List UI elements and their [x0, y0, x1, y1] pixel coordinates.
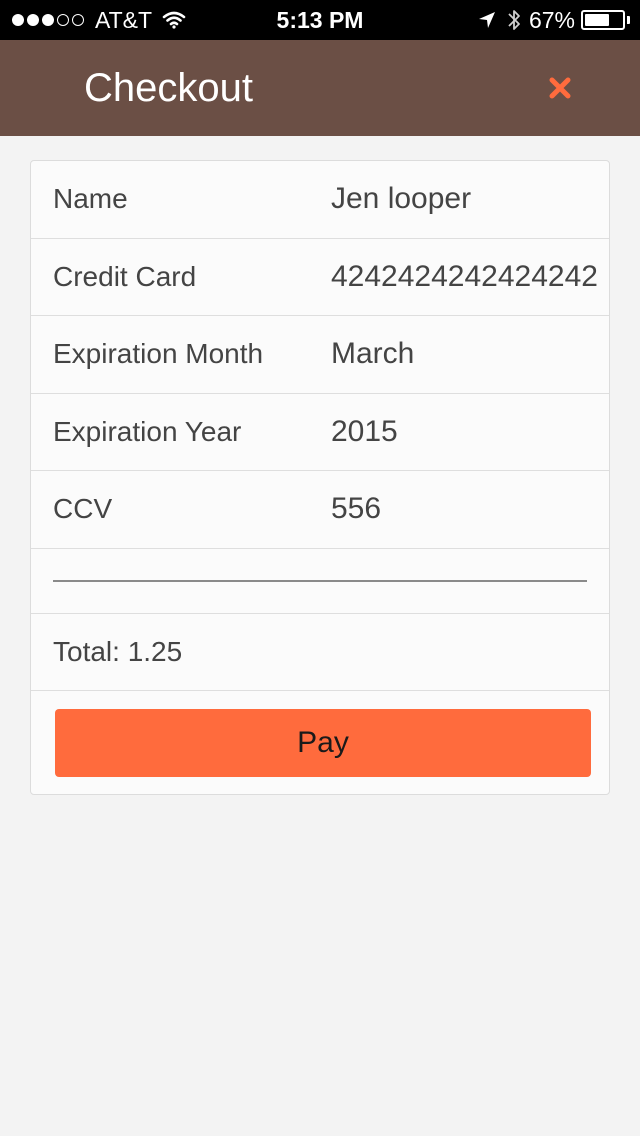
bluetooth-icon: [508, 10, 520, 30]
battery-percent: 67%: [528, 6, 575, 33]
ccv-field[interactable]: [331, 471, 603, 548]
divider: [53, 579, 587, 582]
expiration-year-label: Expiration Year: [53, 415, 242, 447]
credit-card-row: Credit Card: [31, 238, 609, 316]
battery-icon: [581, 10, 625, 30]
name-label: Name: [53, 183, 128, 215]
header: Checkout: [0, 40, 640, 136]
ccv-label: CCV: [53, 493, 113, 525]
signature-row: [31, 549, 609, 614]
status-bar: AT&T 5:13 PM 67%: [0, 0, 640, 40]
pay-button[interactable]: Pay: [55, 708, 591, 777]
expiration-month-label: Expiration Month: [53, 338, 264, 370]
expiration-year-row: Expiration Year: [31, 393, 609, 471]
location-arrow-icon: [478, 12, 495, 28]
expiration-month-row: Expiration Month: [31, 316, 609, 394]
total-amount: Total: 1.25: [53, 635, 183, 667]
pay-row: Pay: [31, 691, 609, 791]
expiration-month-field[interactable]: [331, 316, 603, 393]
total-row: Total: 1.25: [31, 614, 609, 691]
ccv-row: CCV: [31, 471, 609, 549]
credit-card-label: Credit Card: [53, 260, 197, 292]
page-title: Checkout: [84, 65, 253, 110]
battery-level: [585, 14, 610, 26]
name-field[interactable]: [331, 161, 603, 238]
close-button[interactable]: [540, 68, 580, 108]
status-right: 67%: [477, 0, 630, 40]
checkout-form: Name Credit Card Expiration Month Expira…: [30, 160, 610, 795]
name-row: Name: [31, 161, 609, 239]
close-icon: [549, 77, 571, 99]
expiration-year-field[interactable]: [331, 393, 603, 470]
credit-card-field[interactable]: [331, 238, 603, 315]
